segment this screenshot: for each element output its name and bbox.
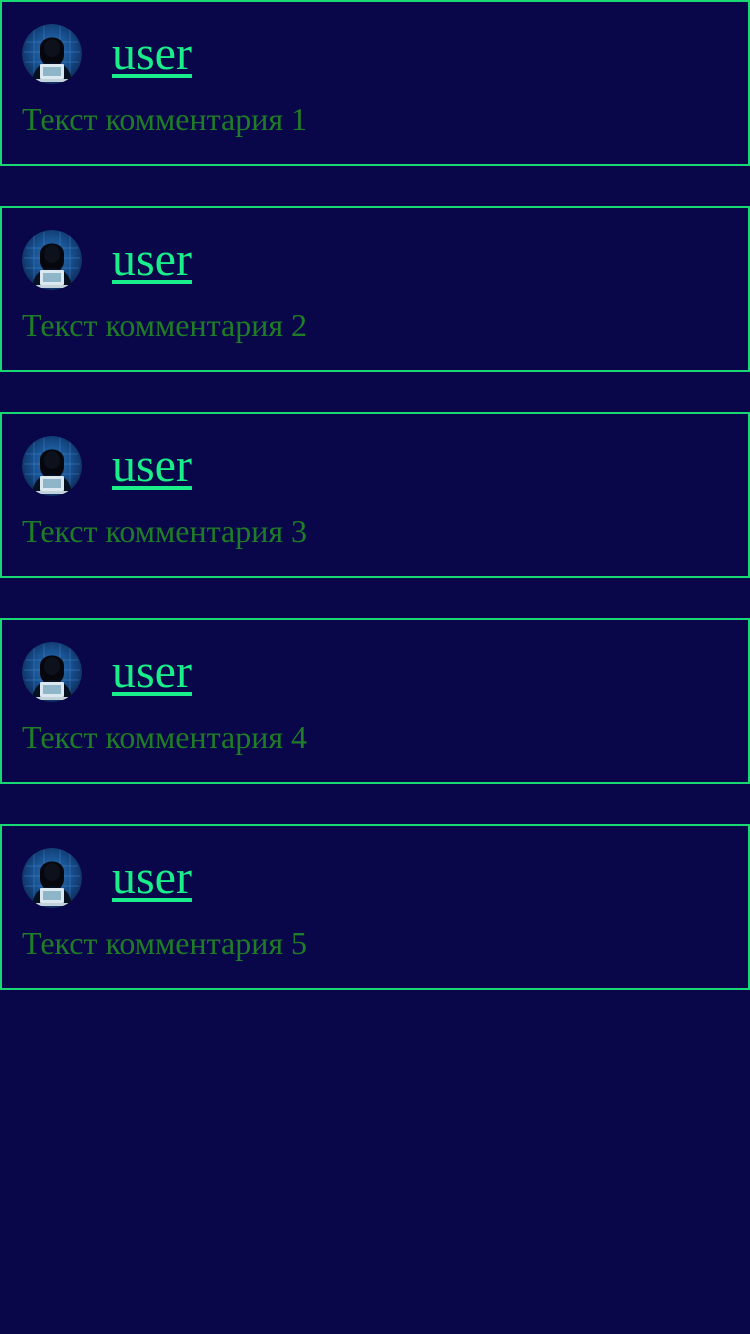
username-link[interactable]: user (112, 442, 192, 490)
comment-text: Текст комментария 2 (22, 307, 308, 343)
comment-text: Текст комментария 1 (22, 101, 308, 137)
comment-card: user Текст комментария 1 (0, 0, 750, 166)
hacker-avatar-icon (22, 24, 82, 84)
comment-header: user (22, 24, 192, 84)
comment-card: user Текст комментария 5 (0, 824, 750, 990)
comment-header: user (22, 642, 192, 702)
username-link[interactable]: user (112, 30, 192, 78)
comment-header: user (22, 436, 192, 496)
comment-text: Текст комментария 5 (22, 925, 308, 961)
username-link[interactable]: user (112, 236, 192, 284)
comment-text: Текст комментария 3 (22, 513, 308, 549)
username-link[interactable]: user (112, 854, 192, 902)
hacker-avatar-icon (22, 436, 82, 496)
username-link[interactable]: user (112, 648, 192, 696)
comment-list: user Текст комментария 1 user Текст комм… (0, 0, 750, 990)
hacker-avatar-icon (22, 230, 82, 290)
comment-card: user Текст комментария 3 (0, 412, 750, 578)
comment-header: user (22, 848, 192, 908)
hacker-avatar-icon (22, 642, 82, 702)
comment-card: user Текст комментария 4 (0, 618, 750, 784)
comment-header: user (22, 230, 192, 290)
comment-card: user Текст комментария 2 (0, 206, 750, 372)
comment-text: Текст комментария 4 (22, 719, 308, 755)
hacker-avatar-icon (22, 848, 82, 908)
